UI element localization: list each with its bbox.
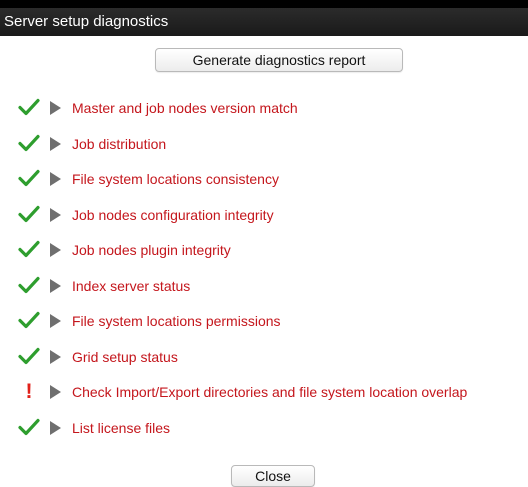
check-icon — [16, 416, 42, 440]
check-icon — [16, 132, 42, 156]
expand-triangle-icon[interactable] — [50, 243, 61, 257]
window-title: Server setup diagnostics — [4, 13, 169, 30]
expand-triangle-icon[interactable] — [50, 278, 61, 293]
expand-triangle-icon[interactable] — [50, 136, 61, 151]
check-icon — [16, 238, 42, 262]
check-label[interactable]: Grid setup status — [72, 347, 178, 367]
diagnostics-check-list: Master and job nodes version match Job di… — [0, 96, 528, 451]
generate-diagnostics-report-button[interactable]: Generate diagnostics report — [155, 48, 403, 72]
check-item[interactable]: File system locations permissions — [0, 309, 528, 345]
check-label[interactable]: Index server status — [72, 276, 190, 296]
check-item[interactable]: Job nodes configuration integrity — [0, 203, 528, 239]
check-icon — [16, 274, 42, 298]
check-label[interactable]: Master and job nodes version match — [72, 98, 298, 118]
check-label[interactable]: Job nodes plugin integrity — [72, 240, 231, 260]
check-icon — [16, 203, 42, 227]
check-item[interactable]: List license files — [0, 416, 528, 452]
expand-triangle-icon[interactable] — [50, 420, 61, 435]
check-icon — [16, 309, 42, 333]
check-item[interactable]: Index server status — [0, 274, 528, 310]
check-item[interactable]: Job nodes plugin integrity — [0, 238, 528, 274]
check-icon — [16, 345, 42, 369]
check-label[interactable]: Job nodes configuration integrity — [72, 205, 274, 225]
expand-triangle-icon[interactable] — [50, 349, 61, 364]
expand-triangle-icon[interactable] — [50, 314, 61, 328]
close-button[interactable]: Close — [231, 465, 315, 487]
expand-triangle-icon[interactable] — [50, 385, 61, 399]
check-icon — [16, 96, 42, 120]
expand-triangle-icon[interactable] — [50, 172, 61, 186]
check-label[interactable]: File system locations consistency — [72, 169, 279, 189]
check-label[interactable]: List license files — [72, 418, 170, 438]
check-label[interactable]: Check Import/Export directories and file… — [72, 382, 467, 402]
window-title-bar: Server setup diagnostics — [0, 0, 528, 36]
exclamation-icon: ! — [25, 380, 33, 403]
check-item[interactable]: ! Check Import/Export directories and fil… — [0, 380, 528, 416]
check-item[interactable]: Job distribution — [0, 132, 528, 168]
check-item[interactable]: File system locations consistency — [0, 167, 528, 203]
check-label[interactable]: File system locations permissions — [72, 311, 281, 331]
check-item[interactable]: Master and job nodes version match — [0, 96, 528, 132]
check-label[interactable]: Job distribution — [72, 134, 166, 154]
check-item[interactable]: Grid setup status — [0, 345, 528, 381]
expand-triangle-icon[interactable] — [50, 101, 61, 115]
check-icon — [16, 167, 42, 191]
expand-triangle-icon[interactable] — [50, 207, 61, 222]
